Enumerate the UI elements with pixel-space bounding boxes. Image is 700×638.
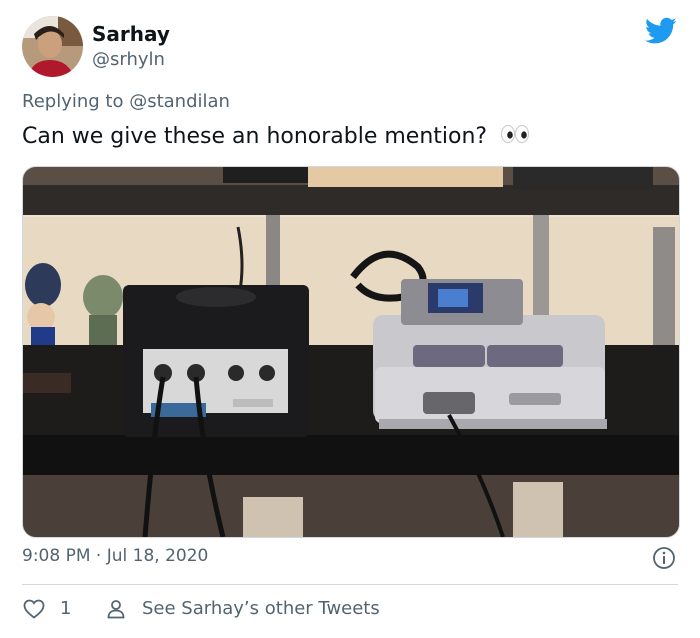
author-name[interactable]: Sarhay (92, 22, 170, 46)
reply-context: Replying to @standilan (22, 91, 230, 112)
reply-prefix: Replying to (22, 91, 124, 112)
twitter-bird-icon[interactable] (645, 17, 677, 45)
eyes-emoji-icon (500, 124, 530, 150)
heart-icon[interactable] (22, 597, 46, 621)
like-count[interactable]: 1 (60, 598, 71, 619)
see-other-tweets-link[interactable]: See Sarhay’s other Tweets (142, 598, 380, 619)
person-icon (104, 597, 128, 621)
photo-gamecube-and-snes-consoles-icon (23, 167, 679, 537)
author-handle[interactable]: @srhyln (92, 49, 165, 70)
divider (22, 584, 678, 585)
tweet-body: Can we give these an honorable mention? (22, 124, 488, 149)
avatar[interactable] (22, 16, 83, 77)
tweet-text: Can we give these an honorable mention? (22, 124, 530, 150)
info-icon[interactable] (652, 546, 676, 570)
tweet-photo[interactable] (22, 166, 680, 538)
tweet-timestamp[interactable]: 9:08 PM · Jul 18, 2020 (22, 546, 208, 566)
reply-mention-link[interactable]: @standilan (129, 91, 230, 112)
